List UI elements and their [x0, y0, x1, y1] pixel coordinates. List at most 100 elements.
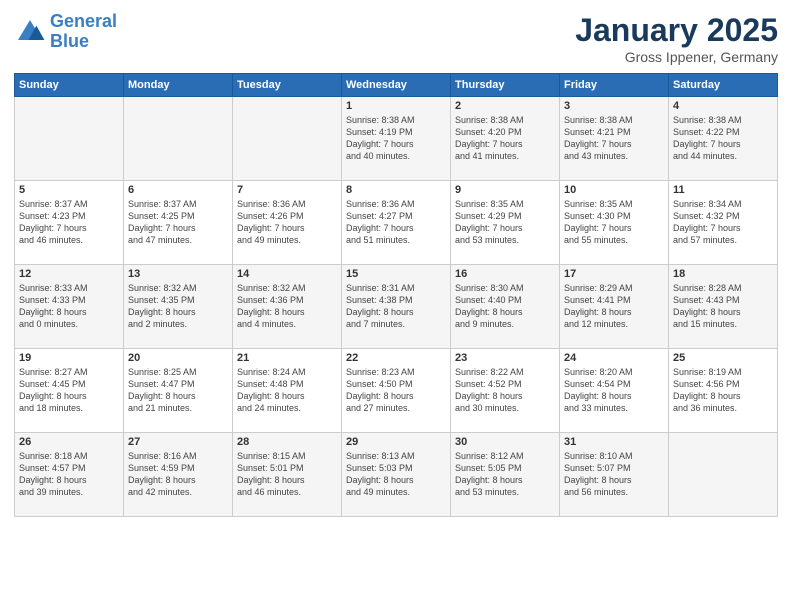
- day-number: 25: [673, 352, 773, 364]
- cell-content: Sunrise: 8:37 AM Sunset: 4:25 PM Dayligh…: [128, 198, 228, 247]
- day-number: 21: [237, 352, 337, 364]
- calendar-cell: 2 Sunrise: 8:38 AM Sunset: 4:20 PM Daylig…: [451, 97, 560, 181]
- cell-content: Sunrise: 8:28 AM Sunset: 4:43 PM Dayligh…: [673, 282, 773, 331]
- day-number: 2: [455, 100, 555, 112]
- cell-content: Sunrise: 8:38 AM Sunset: 4:20 PM Dayligh…: [455, 114, 555, 163]
- week-row-4: 26 Sunrise: 8:18 AM Sunset: 4:57 PM Dayli…: [15, 433, 778, 517]
- cell-content: Sunrise: 8:34 AM Sunset: 4:32 PM Dayligh…: [673, 198, 773, 247]
- calendar-cell: 9 Sunrise: 8:35 AM Sunset: 4:29 PM Daylig…: [451, 181, 560, 265]
- cell-content: Sunrise: 8:33 AM Sunset: 4:33 PM Dayligh…: [19, 282, 119, 331]
- cell-content: Sunrise: 8:35 AM Sunset: 4:29 PM Dayligh…: [455, 198, 555, 247]
- cell-content: Sunrise: 8:29 AM Sunset: 4:41 PM Dayligh…: [564, 282, 664, 331]
- day-number: 26: [19, 436, 119, 448]
- day-number: 28: [237, 436, 337, 448]
- cell-content: Sunrise: 8:13 AM Sunset: 5:03 PM Dayligh…: [346, 450, 446, 499]
- day-number: 13: [128, 268, 228, 280]
- calendar-cell: 20 Sunrise: 8:25 AM Sunset: 4:47 PM Dayli…: [124, 349, 233, 433]
- calendar-cell: 5 Sunrise: 8:37 AM Sunset: 4:23 PM Daylig…: [15, 181, 124, 265]
- calendar-cell: 26 Sunrise: 8:18 AM Sunset: 4:57 PM Dayli…: [15, 433, 124, 517]
- calendar-cell: [669, 433, 778, 517]
- calendar-cell: 8 Sunrise: 8:36 AM Sunset: 4:27 PM Daylig…: [342, 181, 451, 265]
- calendar-cell: 15Sunrise: 8:31 AM Sunset: 4:38 PM Dayli…: [342, 265, 451, 349]
- cell-content: Sunrise: 8:25 AM Sunset: 4:47 PM Dayligh…: [128, 366, 228, 415]
- day-number: 9: [455, 184, 555, 196]
- cell-content: Sunrise: 8:30 AM Sunset: 4:40 PM Dayligh…: [455, 282, 555, 331]
- col-header-friday: Friday: [560, 74, 669, 97]
- day-number: 5: [19, 184, 119, 196]
- day-number: 14: [237, 268, 337, 280]
- calendar-cell: 14 Sunrise: 8:32 AM Sunset: 4:36 PM Dayli…: [233, 265, 342, 349]
- calendar-cell: 24 Sunrise: 8:20 AM Sunset: 4:54 PM Dayli…: [560, 349, 669, 433]
- calendar-cell: [124, 97, 233, 181]
- calendar-cell: 6 Sunrise: 8:37 AM Sunset: 4:25 PM Daylig…: [124, 181, 233, 265]
- day-number: 20: [128, 352, 228, 364]
- day-number: 16: [455, 268, 555, 280]
- day-number: 30: [455, 436, 555, 448]
- calendar-cell: 17 Sunrise: 8:29 AM Sunset: 4:41 PM Dayli…: [560, 265, 669, 349]
- cell-content: Sunrise: 8:19 AM Sunset: 4:56 PM Dayligh…: [673, 366, 773, 415]
- month-title: January 2025: [575, 12, 778, 49]
- day-number: 15: [346, 268, 446, 280]
- cell-content: Sunrise: 8:36 AM Sunset: 4:26 PM Dayligh…: [237, 198, 337, 247]
- day-number: 7: [237, 184, 337, 196]
- cell-content: Sunrise: 8:20 AM Sunset: 4:54 PM Dayligh…: [564, 366, 664, 415]
- calendar-cell: [233, 97, 342, 181]
- calendar-cell: 1Sunrise: 8:38 AM Sunset: 4:19 PM Daylig…: [342, 97, 451, 181]
- col-header-sunday: Sunday: [15, 74, 124, 97]
- col-header-monday: Monday: [124, 74, 233, 97]
- logo-text: General Blue: [50, 12, 117, 52]
- cell-content: Sunrise: 8:37 AM Sunset: 4:23 PM Dayligh…: [19, 198, 119, 247]
- col-header-thursday: Thursday: [451, 74, 560, 97]
- calendar-cell: 4Sunrise: 8:38 AM Sunset: 4:22 PM Daylig…: [669, 97, 778, 181]
- calendar-cell: 13 Sunrise: 8:32 AM Sunset: 4:35 PM Dayli…: [124, 265, 233, 349]
- calendar-cell: 28 Sunrise: 8:15 AM Sunset: 5:01 PM Dayli…: [233, 433, 342, 517]
- day-number: 24: [564, 352, 664, 364]
- calendar-cell: 3Sunrise: 8:38 AM Sunset: 4:21 PM Daylig…: [560, 97, 669, 181]
- calendar-cell: 29 Sunrise: 8:13 AM Sunset: 5:03 PM Dayli…: [342, 433, 451, 517]
- day-number: 1: [346, 100, 446, 112]
- cell-content: Sunrise: 8:36 AM Sunset: 4:27 PM Dayligh…: [346, 198, 446, 247]
- cell-content: Sunrise: 8:24 AM Sunset: 4:48 PM Dayligh…: [237, 366, 337, 415]
- calendar-cell: 16 Sunrise: 8:30 AM Sunset: 4:40 PM Dayli…: [451, 265, 560, 349]
- calendar-cell: 7 Sunrise: 8:36 AM Sunset: 4:26 PM Daylig…: [233, 181, 342, 265]
- calendar-cell: 30 Sunrise: 8:12 AM Sunset: 5:05 PM Dayli…: [451, 433, 560, 517]
- calendar-cell: 23 Sunrise: 8:22 AM Sunset: 4:52 PM Dayli…: [451, 349, 560, 433]
- cell-content: Sunrise: 8:12 AM Sunset: 5:05 PM Dayligh…: [455, 450, 555, 499]
- day-number: 17: [564, 268, 664, 280]
- week-row-1: 5 Sunrise: 8:37 AM Sunset: 4:23 PM Daylig…: [15, 181, 778, 265]
- day-number: 19: [19, 352, 119, 364]
- day-number: 23: [455, 352, 555, 364]
- header: General Blue January 2025 Gross Ippener,…: [14, 12, 778, 65]
- calendar-cell: 11Sunrise: 8:34 AM Sunset: 4:32 PM Dayli…: [669, 181, 778, 265]
- title-block: January 2025 Gross Ippener, Germany: [575, 12, 778, 65]
- cell-content: Sunrise: 8:38 AM Sunset: 4:21 PM Dayligh…: [564, 114, 664, 163]
- calendar-cell: 27Sunrise: 8:16 AM Sunset: 4:59 PM Dayli…: [124, 433, 233, 517]
- day-number: 12: [19, 268, 119, 280]
- location: Gross Ippener, Germany: [575, 49, 778, 65]
- page: General Blue January 2025 Gross Ippener,…: [0, 0, 792, 612]
- calendar-cell: 19 Sunrise: 8:27 AM Sunset: 4:45 PM Dayli…: [15, 349, 124, 433]
- cell-content: Sunrise: 8:27 AM Sunset: 4:45 PM Dayligh…: [19, 366, 119, 415]
- cell-content: Sunrise: 8:22 AM Sunset: 4:52 PM Dayligh…: [455, 366, 555, 415]
- cell-content: Sunrise: 8:16 AM Sunset: 4:59 PM Dayligh…: [128, 450, 228, 499]
- cell-content: Sunrise: 8:15 AM Sunset: 5:01 PM Dayligh…: [237, 450, 337, 499]
- cell-content: Sunrise: 8:38 AM Sunset: 4:22 PM Dayligh…: [673, 114, 773, 163]
- week-row-2: 12 Sunrise: 8:33 AM Sunset: 4:33 PM Dayli…: [15, 265, 778, 349]
- day-number: 6: [128, 184, 228, 196]
- week-row-3: 19 Sunrise: 8:27 AM Sunset: 4:45 PM Dayli…: [15, 349, 778, 433]
- calendar-table: SundayMondayTuesdayWednesdayThursdayFrid…: [14, 73, 778, 517]
- cell-content: Sunrise: 8:18 AM Sunset: 4:57 PM Dayligh…: [19, 450, 119, 499]
- cell-content: Sunrise: 8:32 AM Sunset: 4:36 PM Dayligh…: [237, 282, 337, 331]
- cell-content: Sunrise: 8:32 AM Sunset: 4:35 PM Dayligh…: [128, 282, 228, 331]
- cell-content: Sunrise: 8:35 AM Sunset: 4:30 PM Dayligh…: [564, 198, 664, 247]
- day-number: 22: [346, 352, 446, 364]
- day-number: 8: [346, 184, 446, 196]
- header-row: SundayMondayTuesdayWednesdayThursdayFrid…: [15, 74, 778, 97]
- day-number: 10: [564, 184, 664, 196]
- col-header-saturday: Saturday: [669, 74, 778, 97]
- day-number: 29: [346, 436, 446, 448]
- calendar-cell: 22Sunrise: 8:23 AM Sunset: 4:50 PM Dayli…: [342, 349, 451, 433]
- calendar-cell: 10 Sunrise: 8:35 AM Sunset: 4:30 PM Dayli…: [560, 181, 669, 265]
- col-header-wednesday: Wednesday: [342, 74, 451, 97]
- calendar-cell: 25 Sunrise: 8:19 AM Sunset: 4:56 PM Dayli…: [669, 349, 778, 433]
